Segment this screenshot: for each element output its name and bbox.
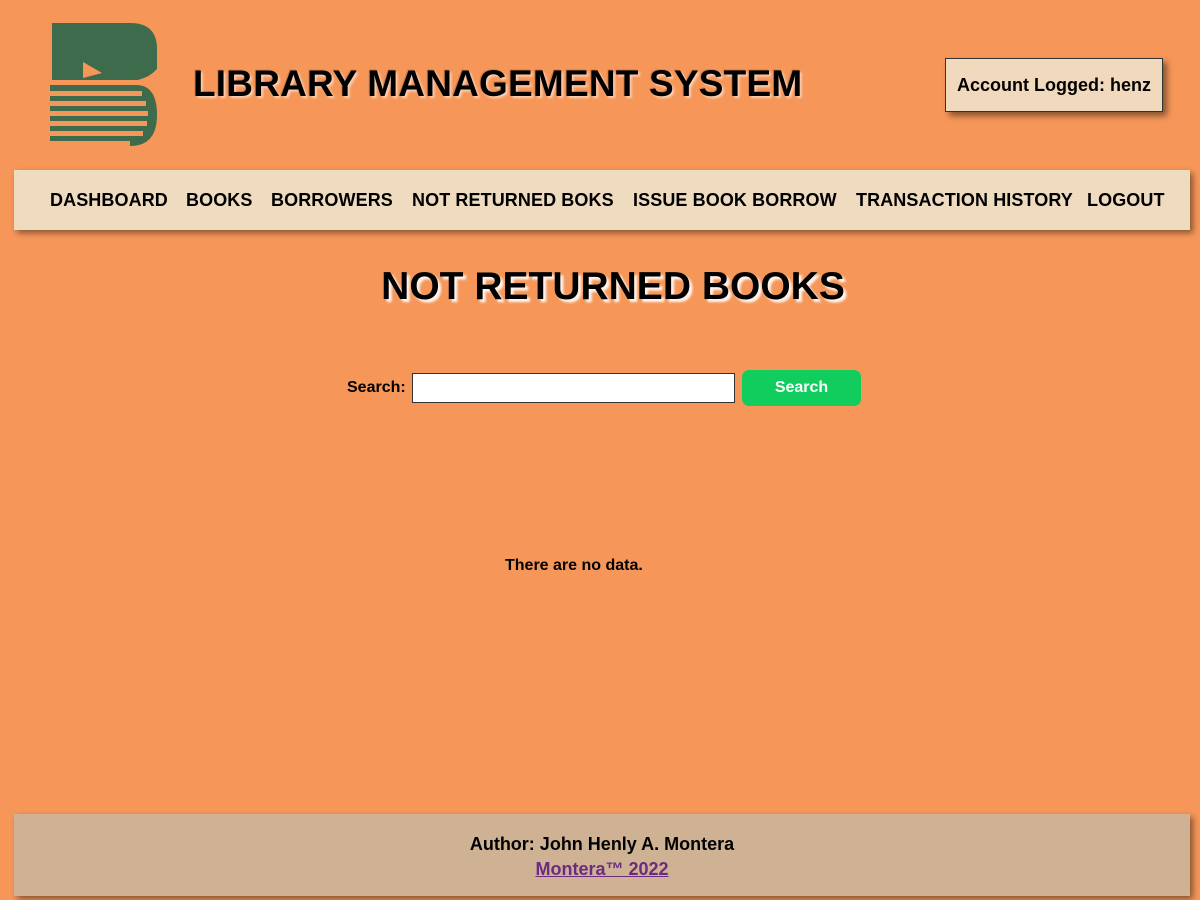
nav-transaction-history[interactable]: TRANSACTION HISTORY	[856, 190, 1073, 211]
book-logo-icon	[50, 23, 158, 147]
nav-logout[interactable]: LOGOUT	[1087, 190, 1165, 211]
footer-author: Author: John Henly A. Montera	[469, 834, 735, 854]
nav-not-returned-books[interactable]: NOT RETURNED BOKS	[412, 190, 614, 211]
account-status: Account Logged: henz	[945, 58, 1163, 112]
footer: Author: John Henly A. Montera Montera™ 2…	[14, 814, 1190, 896]
footer-link-wrapper: Montera™ 2022	[14, 859, 1190, 880]
empty-data-message: There are no data.	[505, 557, 643, 574]
search-label: Search:	[347, 379, 406, 396]
nav-dashboard[interactable]: DASHBOARD	[50, 190, 168, 211]
main-navbar: DASHBOARD BOOKS BORROWERS NOT RETURNED B…	[14, 170, 1190, 230]
footer-copyright-link[interactable]: Montera™ 2022	[535, 859, 668, 879]
search-button[interactable]: Search	[742, 370, 861, 406]
nav-issue-book-borrow[interactable]: ISSUE BOOK BORROW	[633, 190, 837, 211]
nav-borrowers[interactable]: BORROWERS	[271, 190, 393, 211]
app-title: LIBRARY MANAGEMENT SYSTEM	[193, 63, 803, 104]
search-input[interactable]	[412, 373, 735, 403]
page-title: NOT RETURNED BOOKS	[381, 265, 845, 308]
nav-books[interactable]: BOOKS	[186, 190, 253, 211]
